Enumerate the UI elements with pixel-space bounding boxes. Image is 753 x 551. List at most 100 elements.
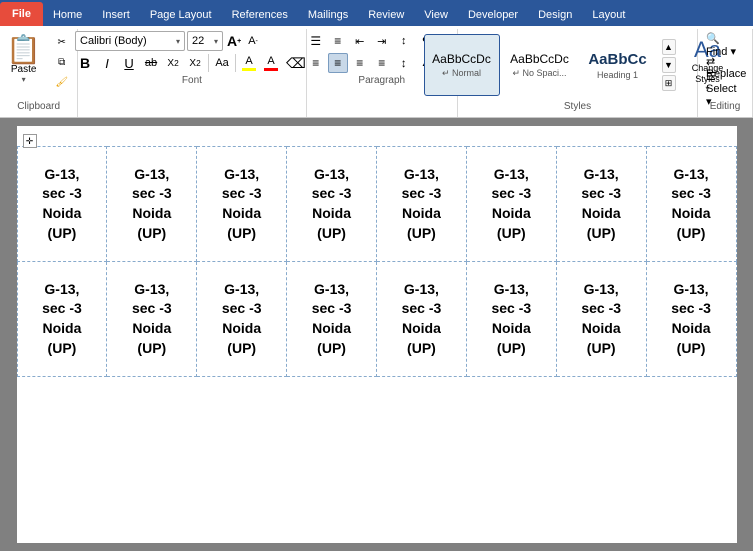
table-cell[interactable]: G-13,sec -3Noida(UP) bbox=[466, 262, 556, 377]
font-label: Font bbox=[182, 75, 202, 89]
style-normal[interactable]: AaBbCcDc ↵ Normal bbox=[424, 34, 500, 96]
table-cell[interactable]: G-13,sec -3Noida(UP) bbox=[556, 147, 646, 262]
cell-text: G-13,sec -3Noida(UP) bbox=[491, 281, 531, 356]
clipboard-content: 📋 Paste ▾ ✂ ⧉ 🖌 bbox=[2, 31, 76, 99]
heading1-preview: AaBbCc bbox=[588, 51, 646, 68]
styles-scroll: ▲ ▼ ⊞ bbox=[660, 37, 678, 93]
styles-content: AaBbCcDc ↵ Normal AaBbCcDc ↵ No Spaci...… bbox=[422, 32, 658, 98]
table-cell[interactable]: G-13,sec -3Noida(UP) bbox=[646, 147, 736, 262]
table-cell[interactable]: G-13,sec -3Noida(UP) bbox=[466, 147, 556, 262]
cell-text: G-13,sec -3Noida(UP) bbox=[222, 166, 262, 241]
table-row: G-13,sec -3Noida(UP) G-13,sec -3Noida(UP… bbox=[17, 262, 736, 377]
table-cell[interactable]: G-13,sec -3Noida(UP) bbox=[287, 262, 377, 377]
style-heading1[interactable]: AaBbCc Heading 1 bbox=[580, 34, 656, 96]
cell-text: G-13,sec -3Noida(UP) bbox=[402, 281, 442, 356]
tab-mailings[interactable]: Mailings bbox=[298, 4, 358, 26]
select-button[interactable]: ☰ Select ▾ bbox=[702, 79, 748, 99]
tab-review[interactable]: Review bbox=[358, 4, 414, 26]
normal-preview: AaBbCcDc bbox=[432, 52, 491, 66]
table-cell[interactable]: G-13,sec -3Noida(UP) bbox=[197, 262, 287, 377]
italic-button[interactable]: I bbox=[97, 53, 117, 73]
highlight-icon: A bbox=[245, 55, 252, 67]
table-cell[interactable]: G-13,sec -3Noida(UP) bbox=[377, 262, 467, 377]
align-right-button[interactable]: ≡ bbox=[350, 53, 370, 73]
align-center-button[interactable]: ≡ bbox=[328, 53, 348, 73]
font-name-selector[interactable]: Calibri (Body) ▾ bbox=[75, 31, 185, 51]
cell-text: G-13,sec -3Noida(UP) bbox=[132, 166, 172, 241]
cell-text: G-13,sec -3Noida(UP) bbox=[42, 281, 82, 356]
unordered-list-button[interactable]: ☰ bbox=[306, 31, 326, 51]
font-size-arrow: ▾ bbox=[214, 37, 218, 46]
heading1-label: Heading 1 bbox=[597, 70, 638, 80]
table-cell[interactable]: G-13,sec -3Noida(UP) bbox=[107, 147, 197, 262]
document-page[interactable]: ✛ G-13,sec -3Noida(UP) G-13,sec -3Noida(… bbox=[17, 126, 737, 543]
change-case-button[interactable]: Aa bbox=[212, 53, 232, 73]
strikethrough-button[interactable]: ab bbox=[141, 53, 161, 73]
underline-button[interactable]: U bbox=[119, 53, 139, 73]
font-group: Calibri (Body) ▾ 22 ▾ A+ A- B I U ab X2 … bbox=[78, 29, 306, 117]
table-cell[interactable]: G-13,sec -3Noida(UP) bbox=[197, 147, 287, 262]
font-color-indicator bbox=[264, 68, 278, 71]
table-cell[interactable]: G-13,sec -3Noida(UP) bbox=[377, 147, 467, 262]
align-left-button[interactable]: ≡ bbox=[306, 53, 326, 73]
font-name-text: Calibri (Body) bbox=[80, 35, 147, 47]
bold-button[interactable]: B bbox=[75, 53, 95, 73]
table-cell[interactable]: G-13,sec -3Noida(UP) bbox=[17, 147, 107, 262]
tab-home[interactable]: Home bbox=[43, 4, 92, 26]
justify-button[interactable]: ≡ bbox=[372, 53, 392, 73]
copy-button[interactable]: ⧉ bbox=[48, 53, 76, 71]
subscript-button[interactable]: X2 bbox=[163, 53, 183, 73]
font-color-button[interactable]: A bbox=[261, 53, 281, 73]
ordered-list-button[interactable]: ≡ bbox=[328, 31, 348, 51]
styles-expand[interactable]: ⊞ bbox=[662, 75, 676, 91]
increase-indent-button[interactable]: ⇥ bbox=[372, 31, 392, 51]
font-color-icon: A bbox=[267, 55, 274, 67]
styles-scroll-down[interactable]: ▼ bbox=[662, 57, 676, 73]
cell-text: G-13,sec -3Noida(UP) bbox=[312, 166, 352, 241]
tab-insert[interactable]: Insert bbox=[92, 4, 140, 26]
paste-button[interactable]: 📋 Paste ▾ bbox=[2, 31, 46, 89]
superscript-button[interactable]: X2 bbox=[185, 53, 205, 73]
paste-dropdown-arrow: ▾ bbox=[22, 75, 26, 84]
normal-label: ↵ Normal bbox=[442, 68, 481, 79]
no-spacing-label: ↵ No Spaci... bbox=[512, 68, 566, 79]
sort-button[interactable]: ↕ bbox=[394, 31, 414, 51]
cell-text: G-13,sec -3Noida(UP) bbox=[581, 166, 621, 241]
font-shrink-button[interactable]: A- bbox=[244, 31, 262, 51]
format-painter-button[interactable]: 🖌 bbox=[48, 73, 76, 91]
table-cell[interactable]: G-13,sec -3Noida(UP) bbox=[17, 262, 107, 377]
tab-page-layout[interactable]: Page Layout bbox=[140, 4, 222, 26]
decrease-indent-button[interactable]: ⇤ bbox=[350, 31, 370, 51]
cell-text: G-13,sec -3Noida(UP) bbox=[671, 166, 711, 241]
tab-references[interactable]: References bbox=[222, 4, 298, 26]
styles-label: Styles bbox=[564, 101, 591, 115]
find-button[interactable]: 🔍 Find ▾ bbox=[702, 35, 748, 55]
clipboard-label: Clipboard bbox=[17, 101, 60, 115]
styles-scroll-up[interactable]: ▲ bbox=[662, 39, 676, 55]
tab-layout[interactable]: Layout bbox=[582, 4, 635, 26]
cell-text: G-13,sec -3Noida(UP) bbox=[312, 281, 352, 356]
cell-text: G-13,sec -3Noida(UP) bbox=[132, 281, 172, 356]
table-move-handle[interactable]: ✛ bbox=[23, 134, 37, 148]
clipboard-group: 📋 Paste ▾ ✂ ⧉ 🖌 Clipboard bbox=[0, 29, 78, 117]
tab-view[interactable]: View bbox=[414, 4, 458, 26]
style-no-spacing[interactable]: AaBbCcDc ↵ No Spaci... bbox=[502, 34, 578, 96]
tab-design[interactable]: Design bbox=[528, 4, 582, 26]
table-cell[interactable]: G-13,sec -3Noida(UP) bbox=[556, 262, 646, 377]
font-name-arrow: ▾ bbox=[176, 37, 180, 46]
styles-group: AaBbCcDc ↵ Normal AaBbCcDc ↵ No Spaci...… bbox=[458, 29, 698, 117]
tab-developer[interactable]: Developer bbox=[458, 4, 528, 26]
font-size-controls: A+ A- bbox=[225, 31, 262, 51]
cut-button[interactable]: ✂ bbox=[48, 33, 76, 51]
tab-file[interactable]: File bbox=[0, 2, 43, 26]
table-cell[interactable]: G-13,sec -3Noida(UP) bbox=[107, 262, 197, 377]
ribbon-tabs: File Home Insert Page Layout References … bbox=[0, 0, 753, 26]
text-highlight-button[interactable]: A bbox=[239, 53, 259, 73]
table-cell[interactable]: G-13,sec -3Noida(UP) bbox=[646, 262, 736, 377]
table-cell[interactable]: G-13,sec -3Noida(UP) bbox=[287, 147, 377, 262]
font-format-row: B I U ab X2 X2 Aa A A ⌫ bbox=[75, 53, 309, 73]
font-grow-button[interactable]: A+ bbox=[225, 31, 243, 51]
cell-text: G-13,sec -3Noida(UP) bbox=[222, 281, 262, 356]
line-spacing-button[interactable]: ↕ bbox=[394, 53, 414, 73]
font-size-selector[interactable]: 22 ▾ bbox=[187, 31, 223, 51]
